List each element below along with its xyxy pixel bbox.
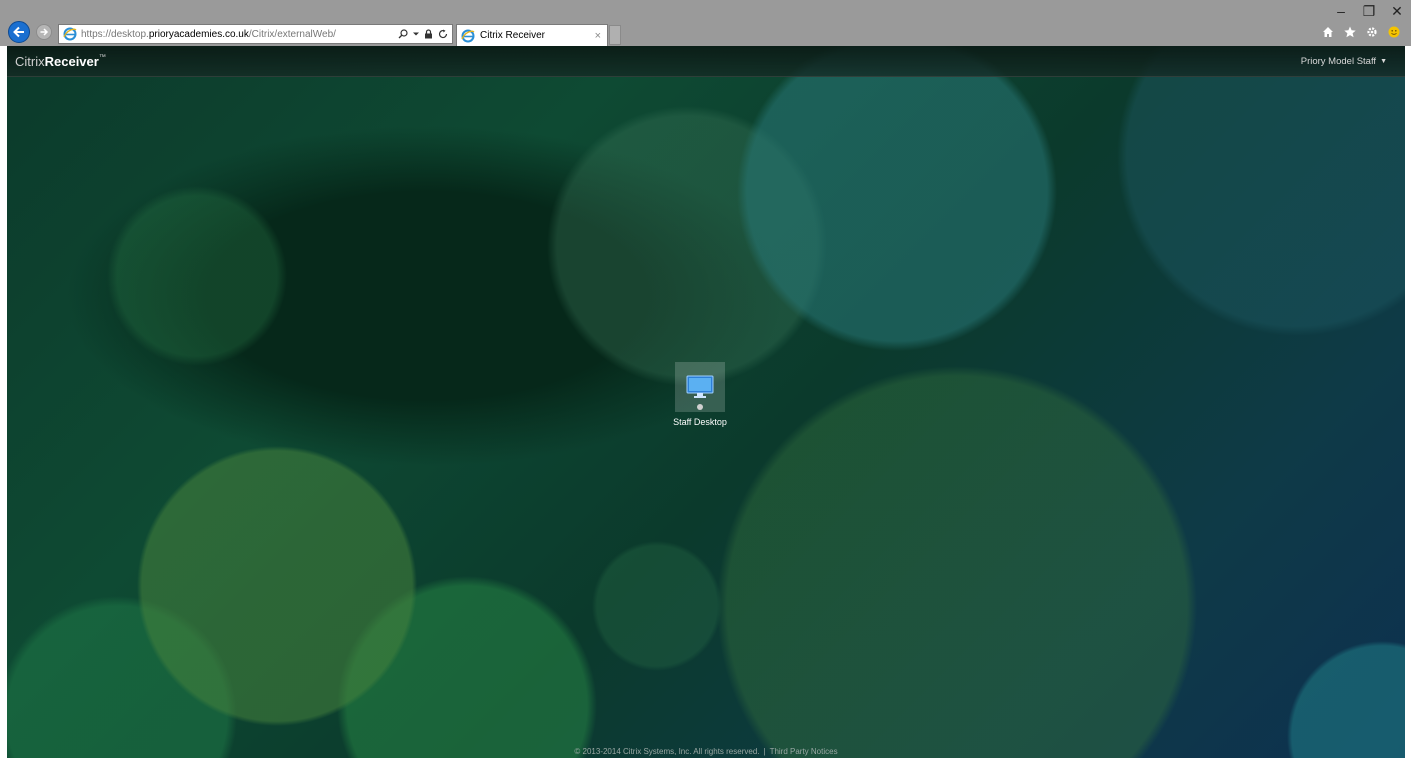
lock-icon <box>425 29 432 39</box>
address-bar[interactable]: https://desktop.prioryacademies.co.uk/Ci… <box>58 24 453 44</box>
refresh-button[interactable] <box>438 29 448 39</box>
user-name: Priory Model Staff <box>1300 56 1377 67</box>
receiver-header: CitrixReceiver™ Priory Model Staff ▼ <box>7 46 1405 77</box>
app-label: Staff Desktop <box>673 417 727 427</box>
app-tile-staff-desktop[interactable]: Staff Desktop <box>650 362 750 427</box>
favorites-star-icon <box>1344 26 1356 38</box>
dropdown-icon <box>413 32 419 36</box>
search-dropdown-button[interactable] <box>413 31 419 37</box>
footer-separator: | <box>763 747 766 756</box>
receiver-page: CitrixReceiver™ Priory Model Staff ▼ Sta… <box>7 46 1405 758</box>
ie-logo-icon <box>63 27 77 41</box>
browser-toolbar <box>1321 25 1401 39</box>
user-menu-button[interactable]: Priory Model Staff ▼ <box>1301 56 1387 67</box>
search-icon <box>398 29 408 39</box>
back-button[interactable] <box>8 21 30 43</box>
settings-gear-icon <box>1367 27 1377 37</box>
refresh-icon <box>438 29 448 39</box>
tools-button[interactable] <box>1365 25 1379 39</box>
copyright-text: © 2013-2014 Citrix Systems, Inc. All rig… <box>574 747 760 756</box>
security-lock-button[interactable] <box>424 29 433 39</box>
feedback-smiley-icon <box>1388 26 1400 38</box>
third-party-notices-link[interactable]: Third Party Notices <box>770 747 838 756</box>
forward-button[interactable] <box>36 24 52 40</box>
home-icon <box>1323 27 1333 37</box>
close-button[interactable]: ✕ <box>1383 0 1411 22</box>
search-button[interactable] <box>398 29 408 39</box>
minimize-button[interactable]: – <box>1327 0 1355 22</box>
feedback-button[interactable] <box>1387 25 1401 39</box>
ie-logo-icon <box>461 29 475 42</box>
tab-close-button[interactable]: × <box>595 30 601 42</box>
restore-button[interactable]: ❐ <box>1355 0 1383 22</box>
app-status-dot <box>697 404 703 410</box>
footer: © 2013-2014 Citrix Systems, Inc. All rig… <box>7 747 1405 756</box>
monitor-icon <box>686 375 714 398</box>
chevron-down-icon: ▼ <box>1380 58 1387 65</box>
tab-title: Citrix Receiver <box>480 30 546 41</box>
citrix-receiver-logo: CitrixReceiver™ <box>15 54 106 69</box>
browser-chrome: https://desktop.prioryacademies.co.uk/Ci… <box>0 0 1411 46</box>
window-controls: – ❐ ✕ <box>1327 0 1411 22</box>
url-text[interactable]: https://desktop.prioryacademies.co.uk/Ci… <box>81 29 398 40</box>
new-tab-button[interactable] <box>609 25 621 45</box>
tab-citrix-receiver[interactable]: Citrix Receiver × <box>456 24 608 46</box>
favorites-button[interactable] <box>1343 25 1357 39</box>
home-button[interactable] <box>1321 25 1335 39</box>
app-icon-container <box>675 362 725 412</box>
forward-arrow-icon <box>40 28 49 36</box>
back-arrow-icon <box>13 26 24 38</box>
